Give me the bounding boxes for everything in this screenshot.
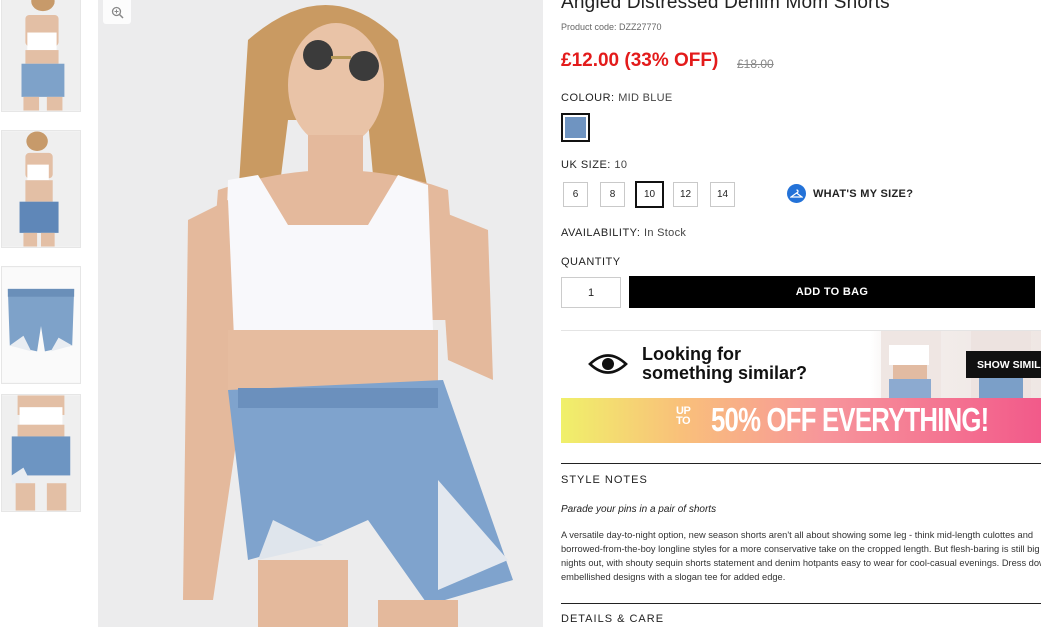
show-similar-button[interactable]: SHOW SIMILAR xyxy=(966,351,1041,378)
hanger-icon xyxy=(787,184,806,203)
size-row: UK SIZE: 10 xyxy=(561,159,627,171)
product-title: Angled Distressed Denim Mom Shorts xyxy=(561,0,890,13)
thumbnail-2[interactable] xyxy=(1,130,81,248)
colour-value: MID BLUE xyxy=(618,92,673,104)
original-price: £18.00 xyxy=(737,57,774,71)
details-care-heading[interactable]: DETAILS & CARE xyxy=(561,613,664,625)
eye-icon xyxy=(588,354,628,374)
sale-price: £12.00 (33% OFF) xyxy=(561,50,719,71)
similar-text: Looking for something similar? xyxy=(642,345,807,383)
size-label: UK SIZE: xyxy=(561,159,611,171)
colour-swatch[interactable] xyxy=(561,113,590,142)
colour-row: COLOUR: MID BLUE xyxy=(561,92,673,104)
thumbnail-4[interactable] xyxy=(1,394,81,512)
similar-line-2: something similar? xyxy=(642,363,808,383)
size-option-6[interactable]: 6 xyxy=(563,182,588,207)
size-option-10[interactable]: 10 xyxy=(635,181,664,208)
colour-label: COLOUR: xyxy=(561,92,615,104)
size-value: 10 xyxy=(614,159,628,171)
divider xyxy=(561,603,1041,604)
style-notes-body: A versatile day-to-night option, new sea… xyxy=(561,530,1041,582)
size-option-8[interactable]: 8 xyxy=(600,182,625,207)
thumbnail-1[interactable] xyxy=(1,0,81,112)
whats-my-size-link[interactable]: WHAT'S MY SIZE? xyxy=(787,184,913,203)
add-to-bag-button[interactable]: ADD TO BAG xyxy=(629,276,1035,308)
divider xyxy=(561,463,1041,464)
size-option-12[interactable]: 12 xyxy=(673,182,698,207)
availability-row: AVAILABILITY: In Stock xyxy=(561,227,686,239)
promo-banner[interactable]: UP TO 50% OFF EVERYTHING! xyxy=(561,398,1041,443)
promo-up-to: UP TO xyxy=(676,405,691,427)
style-notes-heading[interactable]: STYLE NOTES xyxy=(561,474,648,486)
promo-headline: 50% OFF EVERYTHING! xyxy=(711,401,989,438)
similar-items-banner[interactable]: Looking for something similar? SHOW SIMI… xyxy=(561,330,1041,398)
zoom-icon xyxy=(111,6,124,19)
quantity-label: QUANTITY xyxy=(561,256,621,268)
zoom-button[interactable] xyxy=(103,0,131,24)
style-notes-tagline: Parade your pins in a pair of shorts xyxy=(561,504,717,515)
thumbnail-3[interactable] xyxy=(1,266,81,384)
product-code: Product code: DZZ27770 xyxy=(561,22,662,32)
availability-value: In Stock xyxy=(644,227,687,239)
similar-line-1: Looking for xyxy=(642,344,741,364)
availability-label: AVAILABILITY: xyxy=(561,227,641,239)
quantity-input[interactable]: 1 xyxy=(561,277,621,308)
whats-my-size-label: WHAT'S MY SIZE? xyxy=(813,187,914,200)
size-option-14[interactable]: 14 xyxy=(710,182,735,207)
main-product-image[interactable] xyxy=(98,0,543,627)
swatch-fill xyxy=(565,117,586,138)
